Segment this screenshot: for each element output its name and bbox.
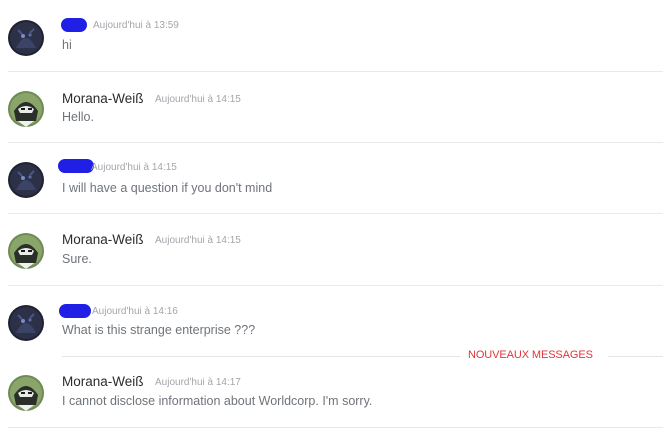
green-hooded-avatar[interactable]: [8, 91, 44, 127]
message-timestamp: Aujourd'hui à 14:15: [91, 162, 177, 173]
message-timestamp: Aujourd'hui à 13:59: [93, 20, 179, 31]
green-hooded-avatar[interactable]: [8, 375, 44, 411]
redacted-username: [59, 304, 91, 318]
message-timestamp: Aujourd'hui à 14:16: [92, 306, 178, 317]
message-author[interactable]: Morana-Weiß: [62, 374, 144, 389]
message-text: I cannot disclose information about Worl…: [62, 394, 373, 408]
message-group: Morana-Weiß Aujourd'hui à 14:15 Hello.: [0, 88, 663, 148]
message-divider: [8, 71, 663, 72]
message-group: Morana-Weiß Aujourd'hui à 14:17 I cannot…: [0, 372, 663, 432]
message-timestamp: Aujourd'hui à 14:17: [155, 377, 241, 388]
redacted-username: [61, 18, 87, 32]
message-divider: [8, 142, 663, 143]
message-group: Aujourd'hui à 13:59 hi: [0, 17, 663, 77]
redacted-username: [58, 159, 94, 173]
message-text: Sure.: [62, 252, 92, 266]
message-text: hi: [62, 38, 72, 52]
message-timestamp: Aujourd'hui à 14:15: [155, 94, 241, 105]
new-messages-divider: NOUVEAUX MESSAGES: [62, 349, 663, 361]
message-timestamp: Aujourd'hui à 14:15: [155, 235, 241, 246]
dark-armored-avatar[interactable]: [8, 20, 44, 56]
green-hooded-avatar[interactable]: [8, 233, 44, 269]
dark-armored-avatar[interactable]: [8, 305, 44, 341]
message-text: Hello.: [62, 110, 94, 124]
message-author[interactable]: Morana-Weiß: [62, 232, 144, 247]
new-messages-line-right: [608, 356, 663, 357]
new-messages-label: NOUVEAUX MESSAGES: [468, 349, 593, 361]
message-group: Morana-Weiß Aujourd'hui à 14:15 Sure.: [0, 230, 663, 290]
message-text: I will have a question if you don't mind: [62, 181, 273, 195]
chat-message-list: Aujourd'hui à 13:59 hi Morana-Weiß Aujou…: [0, 0, 663, 434]
message-divider: [8, 285, 663, 286]
message-group: Aujourd'hui à 14:15 I will have a questi…: [0, 159, 663, 219]
new-messages-line-left: [62, 356, 460, 357]
message-divider: [8, 427, 663, 428]
dark-armored-avatar[interactable]: [8, 162, 44, 198]
message-text: What is this strange enterprise ???: [62, 323, 256, 337]
message-divider: [8, 213, 663, 214]
message-author[interactable]: Morana-Weiß: [62, 91, 144, 106]
